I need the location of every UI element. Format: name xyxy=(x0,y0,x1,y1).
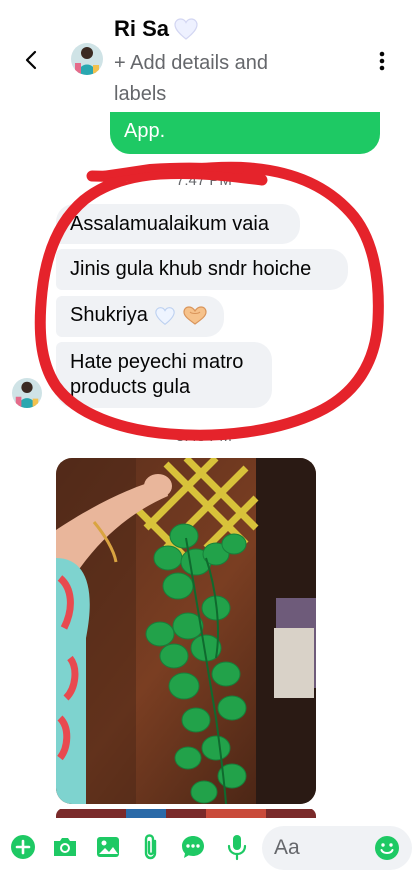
add-details-link[interactable]: + Add details and labels xyxy=(114,48,314,110)
gallery-button[interactable] xyxy=(93,832,123,862)
add-button[interactable] xyxy=(8,832,38,862)
composer-bar: Aa xyxy=(0,818,416,880)
sender-avatar[interactable] xyxy=(12,378,42,408)
message-timestamp: 7:47 PM xyxy=(176,172,232,189)
mic-icon xyxy=(227,835,247,861)
emoji-icon[interactable] xyxy=(374,835,400,861)
photo-message[interactable] xyxy=(56,458,316,804)
outgoing-message-bubble[interactable]: App. xyxy=(110,112,380,154)
white-heart-icon xyxy=(155,306,175,325)
avatar[interactable] xyxy=(71,43,103,75)
gallery-icon xyxy=(97,837,119,857)
message-text: Hate peyechi matro products gula xyxy=(70,351,244,398)
attach-button[interactable] xyxy=(136,832,166,862)
incoming-message-bubble[interactable]: Jinis gula khub sndr hoiche xyxy=(56,249,348,290)
incoming-message-bubble[interactable]: Hate peyechi matro products gula xyxy=(56,342,272,408)
camera-button[interactable] xyxy=(50,832,80,862)
heart-hands-icon xyxy=(183,305,207,325)
camera-icon xyxy=(54,838,76,856)
attach-icon xyxy=(144,834,157,860)
message-text: Shukriya xyxy=(70,304,148,326)
back-icon[interactable] xyxy=(20,46,44,74)
chat-icon xyxy=(182,836,204,858)
message-input-placeholder: Aa xyxy=(274,836,300,859)
chat-button[interactable] xyxy=(178,832,208,862)
incoming-message-bubble[interactable]: Assalamualaikum vaia xyxy=(56,204,300,244)
mic-button[interactable] xyxy=(222,832,252,862)
more-icon[interactable] xyxy=(372,48,392,74)
incoming-message-bubble[interactable]: Shukriya xyxy=(56,296,224,337)
add-icon xyxy=(11,835,35,859)
contact-name[interactable]: Ri Sa xyxy=(114,16,169,42)
message-text: Jinis gula khub sndr hoiche xyxy=(70,258,312,280)
white-heart-icon xyxy=(174,18,198,40)
conversation-header: Ri Sa + Add details and labels xyxy=(0,0,416,112)
message-input[interactable]: Aa xyxy=(262,826,412,870)
message-timestamp: 8:48 PM xyxy=(176,428,232,445)
message-text: Assalamualaikum vaia xyxy=(70,213,269,235)
contact-name-row[interactable]: Ri Sa xyxy=(114,16,199,42)
